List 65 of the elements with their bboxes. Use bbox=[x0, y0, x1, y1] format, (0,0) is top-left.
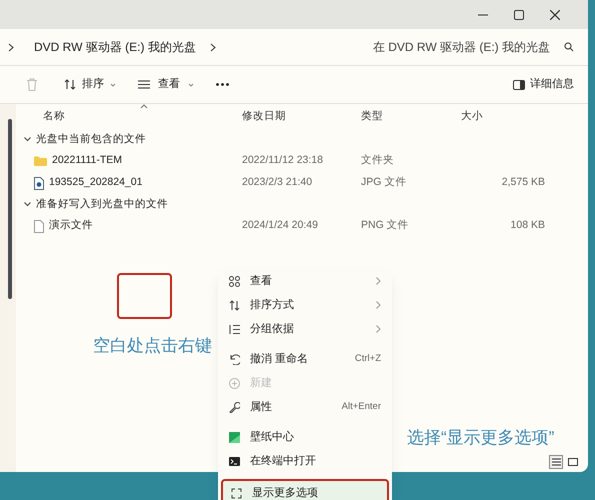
caret-icon bbox=[188, 82, 194, 86]
menu-item[interactable]: 分组依据 bbox=[221, 317, 389, 341]
file-date: 2022/11/12 23:18 bbox=[242, 154, 323, 166]
menu-item[interactable]: 属性 Alt+Enter bbox=[221, 395, 389, 419]
undo-icon bbox=[229, 354, 240, 364]
file-type: 文件夹 bbox=[361, 154, 394, 166]
view-mode-button[interactable] bbox=[566, 455, 580, 469]
file-type: PNG 文件 bbox=[361, 219, 409, 232]
group-icon bbox=[229, 324, 240, 334]
sort-icon bbox=[64, 79, 76, 90]
menu-item[interactable]: 显示更多选项 bbox=[221, 479, 389, 500]
search-icon bbox=[564, 42, 574, 52]
column-header[interactable]: 名称 bbox=[43, 110, 65, 122]
scrollbar[interactable] bbox=[8, 119, 12, 299]
file-name[interactable]: 20221111-TEM bbox=[52, 153, 122, 169]
grid-icon bbox=[229, 276, 240, 286]
annotation-text: 选择“显示更多选项” bbox=[407, 427, 554, 449]
image-file-icon bbox=[34, 176, 44, 190]
view-mode-button[interactable] bbox=[549, 455, 563, 469]
chevron-right-icon[interactable] bbox=[210, 42, 216, 52]
file-type: JPG 文件 bbox=[361, 176, 406, 188]
column-header[interactable]: 大小 bbox=[461, 110, 483, 122]
file-icon bbox=[34, 220, 44, 232]
file-date: 2024/1/24 20:49 bbox=[242, 219, 318, 232]
list-icon bbox=[138, 80, 150, 89]
sort-caret-icon bbox=[140, 104, 148, 109]
menu-item[interactable]: 排序方式 bbox=[221, 293, 389, 317]
tiles-view-icon bbox=[568, 458, 578, 466]
expand-icon bbox=[231, 488, 242, 498]
chevron-down-icon[interactable] bbox=[24, 202, 31, 207]
menu-item[interactable]: 查看 bbox=[221, 269, 389, 293]
breadcrumb-item[interactable]: DVD RW 驱动器 (E:) 我的光盘 bbox=[34, 38, 196, 56]
group-header[interactable]: 准备好写入到光盘中的文件 bbox=[36, 196, 168, 212]
file-size: 108 KB bbox=[510, 219, 545, 232]
details-view-icon bbox=[552, 458, 560, 466]
group-header[interactable]: 光盘中当前包含的文件 bbox=[36, 132, 146, 148]
file-date: 2023/2/3 21:40 bbox=[242, 176, 312, 188]
wallpaper-app-icon bbox=[229, 432, 240, 442]
column-header[interactable]: 类型 bbox=[361, 110, 383, 122]
more-icon[interactable] bbox=[216, 83, 229, 86]
annotation-text: 空白处点击右键 bbox=[93, 335, 212, 357]
details-pane-icon bbox=[513, 80, 525, 90]
file-size: 2,575 KB bbox=[502, 176, 545, 188]
wrench-icon bbox=[229, 402, 240, 412]
sort-icon bbox=[229, 300, 240, 310]
chevron-right-icon[interactable] bbox=[8, 42, 14, 52]
search-field[interactable]: 在 DVD RW 驱动器 (E:) 我的光盘 bbox=[365, 38, 574, 56]
column-header[interactable]: 修改日期 bbox=[242, 110, 286, 122]
menu-item[interactable]: 在终端中打开 bbox=[221, 449, 389, 473]
close-icon[interactable] bbox=[550, 10, 560, 20]
chevron-down-icon[interactable] bbox=[24, 137, 31, 142]
menu-item[interactable]: 撤消 重命名 Ctrl+Z bbox=[221, 347, 389, 371]
folder-icon bbox=[34, 156, 47, 166]
file-name[interactable]: 演示文件 bbox=[49, 218, 93, 234]
file-name[interactable]: 193525_202824_01 bbox=[49, 175, 142, 191]
maximize-icon[interactable] bbox=[514, 10, 524, 20]
view-button[interactable]: 查看 bbox=[138, 76, 194, 93]
details-pane-button[interactable]: 详细信息 bbox=[513, 76, 574, 93]
minimize-icon[interactable] bbox=[478, 14, 488, 16]
caret-icon bbox=[110, 82, 116, 86]
plus-circle-icon bbox=[229, 378, 240, 388]
menu-item[interactable]: 壁纸中心 bbox=[221, 425, 389, 449]
terminal-icon bbox=[229, 456, 240, 466]
annotation-box bbox=[117, 273, 172, 319]
sort-button[interactable]: 排序 bbox=[64, 76, 116, 93]
